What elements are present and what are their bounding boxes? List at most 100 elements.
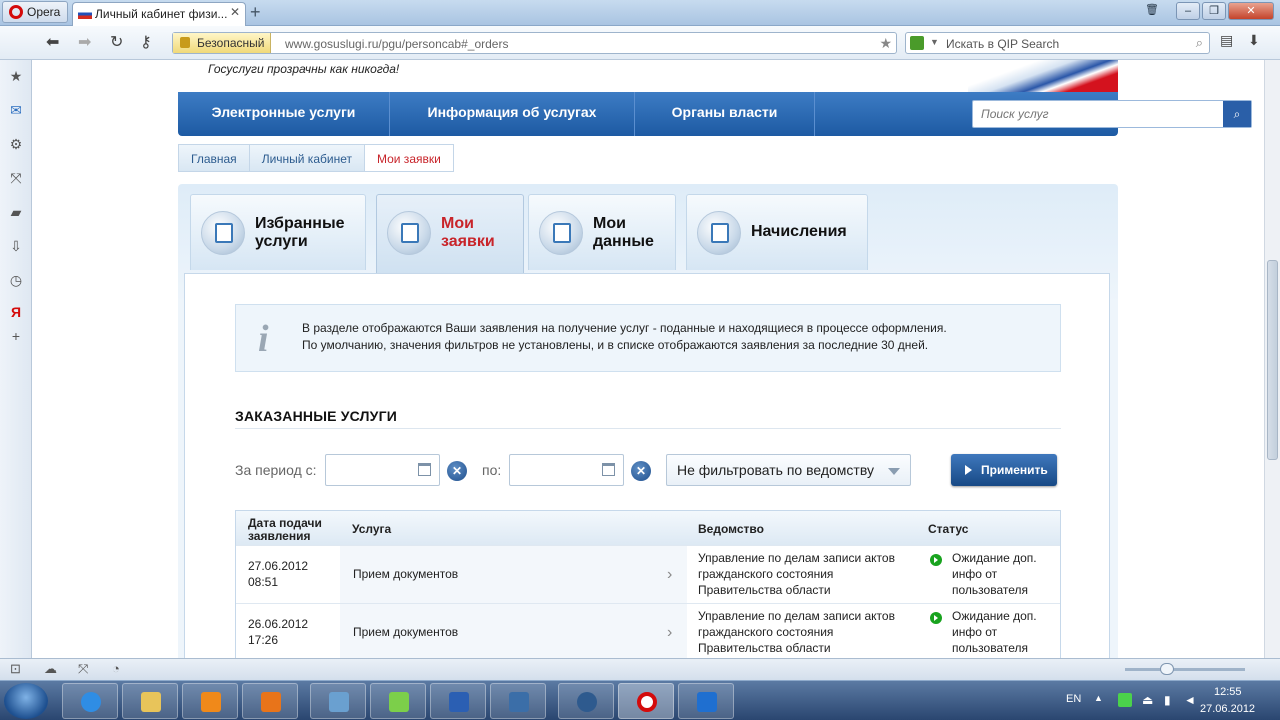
vertical-scrollbar[interactable] <box>1264 60 1280 658</box>
site-search-input[interactable] <box>973 101 1223 127</box>
tray-volume-icon[interactable]: ◄ <box>1184 693 1196 707</box>
mail-icon[interactable]: ✉ <box>8 102 24 118</box>
clear-date-from-icon[interactable]: ✕ <box>447 461 467 481</box>
section-title: ЗАКАЗАННЫЕ УСЛУГИ <box>235 408 397 424</box>
share-icon[interactable]: ⤧ <box>8 170 24 186</box>
nav-authorities[interactable]: Органы власти <box>635 92 815 136</box>
taskbar-ie[interactable] <box>62 683 118 719</box>
status-play-icon <box>930 554 942 566</box>
col-date[interactable]: Дата подачи заявления <box>248 517 322 543</box>
minimize-button[interactable]: – <box>1176 2 1200 20</box>
calendar-icon[interactable] <box>418 463 431 476</box>
clock-date[interactable]: 27.06.2012 <box>1200 703 1255 715</box>
order-status: Ожидание доп. инфо от пользователя <box>952 609 1037 655</box>
clock-time[interactable]: 12:55 <box>1214 686 1242 698</box>
share-icon[interactable]: ⤧ <box>78 661 88 677</box>
date-from-field[interactable] <box>325 454 440 486</box>
taskbar-network[interactable] <box>310 683 366 719</box>
settings-gear-icon[interactable]: ⚙ <box>8 136 24 152</box>
language-indicator[interactable]: EN <box>1066 693 1081 705</box>
close-window-button[interactable]: ✕ <box>1228 2 1274 20</box>
opera-menu-button[interactable]: Opera <box>2 1 68 23</box>
department-select[interactable]: Не фильтровать по ведомству <box>666 454 911 486</box>
tab-personal-cabinet[interactable]: Личный кабинет физи... <box>72 2 246 26</box>
media-player-icon <box>201 692 221 712</box>
order-service[interactable]: Прием документов <box>353 624 458 640</box>
zoom-slider-thumb[interactable] <box>1160 663 1174 675</box>
taskbar-opera[interactable] <box>618 683 674 719</box>
scrollbar-thumb[interactable] <box>1267 260 1278 460</box>
taskbar-word[interactable] <box>430 683 486 719</box>
table-row[interactable]: 27.06.2012 08:51 Прием документов › Управ… <box>236 545 1060 603</box>
cloud-icon[interactable]: ☁ <box>44 661 57 677</box>
tab-charges-label: Начисления <box>751 223 847 240</box>
forward-icon[interactable]: ➡ <box>78 32 91 52</box>
taskbar-virtualbox[interactable] <box>490 683 546 719</box>
order-service[interactable]: Прием документов <box>353 566 458 582</box>
add-panel-icon[interactable]: + <box>8 328 24 344</box>
tray-usb-icon[interactable]: ⏏ <box>1142 693 1153 707</box>
clear-date-to-icon[interactable]: ✕ <box>631 461 651 481</box>
chevron-right-icon[interactable]: › <box>667 566 672 584</box>
breadcrumb-home[interactable]: Главная <box>178 144 250 172</box>
col-service[interactable]: Услуга <box>352 523 391 536</box>
downloads-icon[interactable]: ⇩ <box>8 238 24 254</box>
tab-close-icon[interactable]: ✕ <box>230 5 240 19</box>
tab-my-data[interactable]: Мои данные <box>528 194 676 270</box>
info-icon: i <box>258 318 269 360</box>
breadcrumb-cabinet[interactable]: Личный кабинет <box>248 144 365 172</box>
tab-charges[interactable]: Начисления <box>686 194 868 270</box>
calendar-icon[interactable] <box>602 463 615 476</box>
tray-app-icon[interactable] <box>1118 693 1132 707</box>
back-icon[interactable]: ⬅ <box>46 32 59 52</box>
chevron-right-icon[interactable]: › <box>667 624 672 642</box>
history-clock-icon[interactable]: ◷ <box>8 272 24 288</box>
url-text[interactable]: www.gosuslugi.ru/pgu/personcab#_orders <box>285 37 508 51</box>
department-select-value: Не фильтровать по ведомству <box>677 462 874 478</box>
tray-expand-icon[interactable]: ▲ <box>1094 693 1103 703</box>
page-icon[interactable]: ▤ <box>1220 32 1233 49</box>
key-icon[interactable]: ⚷ <box>140 32 152 52</box>
date-to-field[interactable] <box>509 454 624 486</box>
nav-electronic-services[interactable]: Электронные услуги <box>178 92 390 136</box>
col-status[interactable]: Статус <box>928 523 968 536</box>
site-search: ⌕ <box>972 100 1252 128</box>
search-icon[interactable]: ⌕ <box>1196 35 1203 51</box>
orders-table: Дата подачи заявления Услуга Ведомство Ст… <box>235 510 1061 658</box>
taskbar-thunderbird[interactable] <box>558 683 614 719</box>
speed-dial-icon[interactable]: ◔ <box>112 661 120 676</box>
secure-badge[interactable]: Безопасный <box>173 33 272 53</box>
tab-favorite-services[interactable]: Избранные услуги <box>190 194 366 270</box>
order-status: Ожидание доп. инфо от пользователя <box>952 551 1037 597</box>
windows-taskbar: EN ▲ ⏏ ▮ ◄ 12:55 27.06.2012 <box>0 680 1280 720</box>
reload-icon[interactable]: ↻ <box>110 32 123 52</box>
new-tab-icon[interactable]: + <box>250 2 261 23</box>
table-row[interactable]: 26.06.2012 17:26 Прием документов › Управ… <box>236 603 1060 658</box>
yandex-icon[interactable]: Я <box>8 304 24 320</box>
bookmark-star-icon[interactable]: ★ <box>879 35 892 52</box>
breadcrumb-my-orders: Мои заявки <box>363 144 454 172</box>
zoom-slider[interactable] <box>1125 668 1245 671</box>
chevron-down-icon[interactable]: ▼ <box>930 37 939 47</box>
tab-my-orders[interactable]: Мои заявки <box>376 194 524 274</box>
url-field[interactable]: Безопасный www.gosuslugi.ru/pgu/personca… <box>172 32 897 54</box>
maximize-button[interactable]: ❐ <box>1202 2 1226 20</box>
trash-icon[interactable]: 🗑 <box>1140 2 1164 20</box>
col-department[interactable]: Ведомство <box>698 523 764 536</box>
panel-toggle-icon[interactable]: ⊡ <box>10 661 21 677</box>
bookmarks-star-icon[interactable]: ★ <box>8 68 24 84</box>
tray-network-icon[interactable]: ▮ <box>1164 693 1171 707</box>
taskbar-media-player[interactable] <box>182 683 238 719</box>
filters-bar: За период с: ✕ по: ✕ Не фильтровать по в… <box>235 454 1061 488</box>
taskbar-recycle[interactable] <box>370 683 426 719</box>
site-search-button[interactable]: ⌕ <box>1223 101 1251 127</box>
taskbar-office[interactable] <box>242 683 298 719</box>
taskbar-teamviewer[interactable] <box>678 683 734 719</box>
apply-button[interactable]: Применить <box>951 454 1057 486</box>
qip-search-field[interactable]: ▼ Искать в QIP Search ⌕ <box>905 32 1210 54</box>
nav-services-info[interactable]: Информация об услугах <box>390 92 635 136</box>
download-icon[interactable]: ⬇ <box>1248 32 1260 49</box>
taskbar-explorer[interactable] <box>122 683 178 719</box>
start-button[interactable] <box>4 683 48 719</box>
notes-icon[interactable]: ▰ <box>8 204 24 220</box>
